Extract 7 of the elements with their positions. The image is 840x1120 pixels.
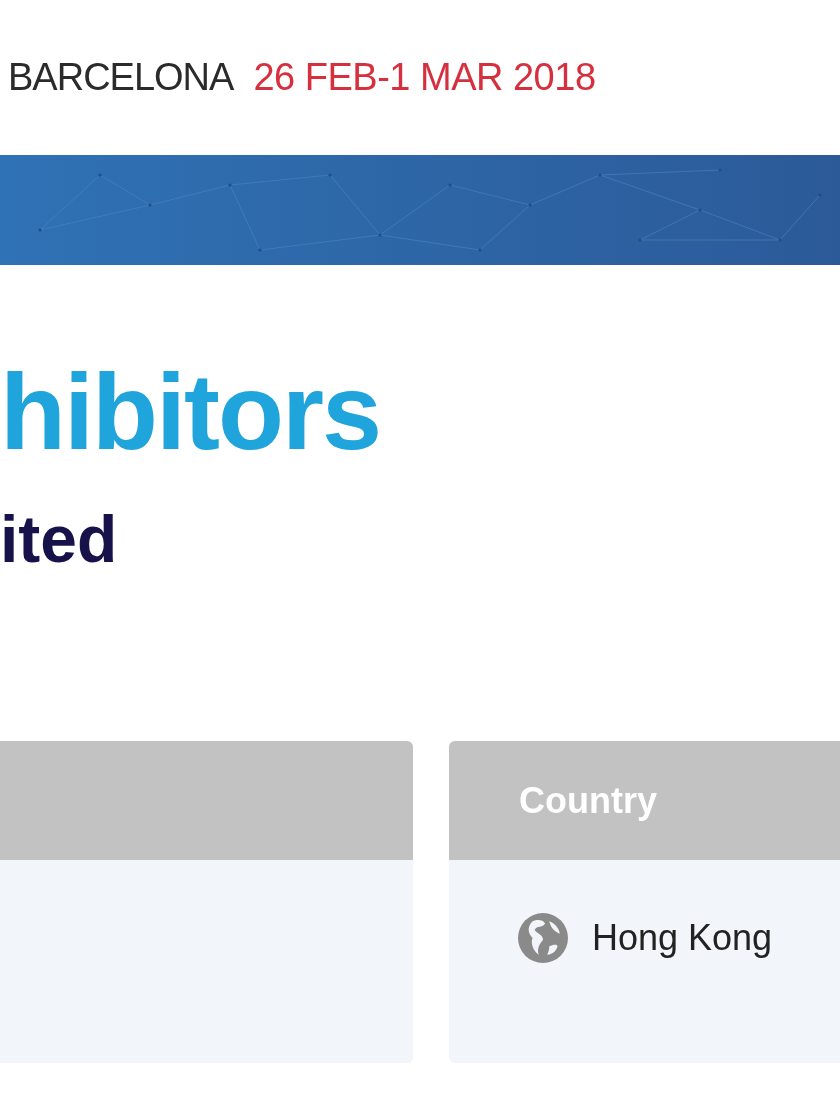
globe-icon: [518, 913, 568, 963]
page-title: hibitors: [0, 357, 381, 467]
card-heading: Country: [519, 779, 657, 822]
city-label: BARCELONA: [8, 56, 234, 99]
company-name: ited: [0, 503, 119, 575]
event-dates: 26 FEB-1 MAR 2018: [253, 56, 596, 99]
country-value: Hong Kong: [592, 917, 773, 959]
